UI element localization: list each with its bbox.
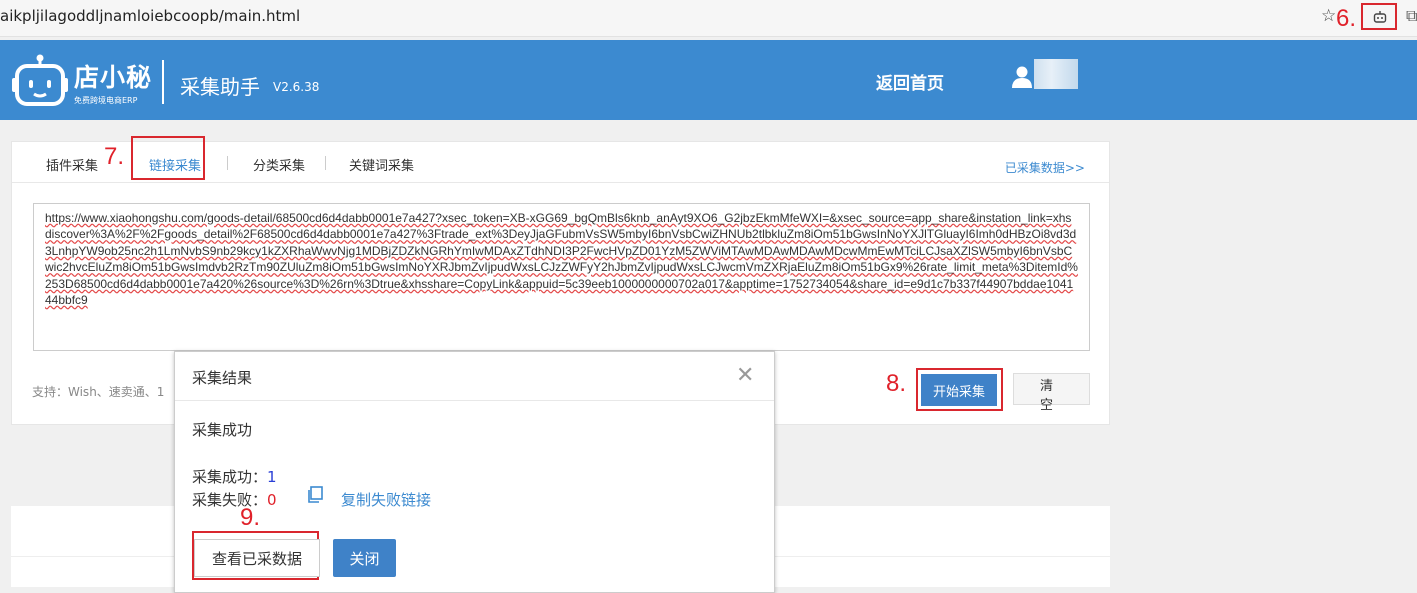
extension-robot-button[interactable] (1361, 3, 1397, 30)
copy-icon[interactable] (306, 486, 324, 504)
tab-divider (325, 156, 326, 170)
app-version: V2.6.38 (273, 80, 320, 94)
annotation-6: 6. (1336, 5, 1357, 32)
tab-divider (227, 156, 228, 170)
tab-category-collect[interactable]: 分类采集 (253, 155, 305, 174)
close-button[interactable]: 关闭 (333, 539, 396, 577)
result-message: 采集成功 (192, 421, 253, 439)
success-count: 1 (267, 468, 277, 486)
dialog-header: 采集结果 ✕ (175, 352, 774, 401)
username-blurred (1034, 59, 1078, 89)
result-dialog: 采集结果 ✕ 采集成功 采集成功：1 采集失败：0 复制失败链接 9. 查看已采… (174, 351, 775, 593)
view-collected-button[interactable]: 查看已采数据 (194, 539, 320, 577)
support-text: 支持：Wish、速卖通、1 (32, 385, 165, 399)
address-bar-url[interactable]: aikpljilagoddljnamloiebcoopb/main.html (0, 7, 300, 25)
brand-subtitle: 免费跨境电商ERP (74, 96, 138, 105)
annotation-9: 9. (240, 504, 261, 531)
tab-bar: 插件采集 7. 链接采集 分类采集 关键词采集 已采集数据>> (12, 136, 1109, 183)
url-input[interactable]: https://www.xiaohongshu.com/goods-detail… (33, 203, 1090, 351)
app-title: 采集助手 (180, 75, 260, 99)
app-header: 店小秘 免费跨境电商ERP 采集助手 V2.6.38 返回首页 (0, 40, 1417, 120)
collected-data-link[interactable]: 已采集数据>> (1005, 159, 1085, 176)
brand-name: 店小秘 (74, 63, 153, 92)
annotation-8: 8. (886, 370, 907, 397)
dialog-title: 采集结果 (192, 369, 253, 387)
extensions-puzzle-icon[interactable]: ⧉ (1406, 6, 1417, 26)
close-icon[interactable]: ✕ (736, 363, 754, 388)
clear-button[interactable]: 清空 (1013, 373, 1090, 412)
tab-highlight-box (131, 136, 205, 180)
tab-keyword-collect[interactable]: 关键词采集 (349, 155, 414, 174)
success-label: 采集成功： (192, 468, 268, 486)
start-collect-button[interactable]: 开始采集 (921, 374, 997, 406)
copy-failed-links[interactable]: 复制失败链接 (341, 489, 431, 510)
success-row: 采集成功：1 (192, 466, 277, 487)
annotation-7: 7. (104, 143, 125, 170)
tab-plugin-collect[interactable]: 插件采集 (46, 155, 98, 174)
logo-divider (162, 60, 164, 104)
fail-count: 0 (267, 491, 277, 509)
robot-logo-icon (12, 54, 68, 106)
robot-icon (1373, 11, 1387, 23)
user-icon[interactable] (1012, 66, 1032, 88)
fail-row: 采集失败：0 (192, 489, 277, 510)
home-link[interactable]: 返回首页 (876, 69, 944, 94)
bookmark-star-icon[interactable]: ☆ (1321, 6, 1336, 26)
browser-toolbar: aikpljilagoddljnamloiebcoopb/main.html ☆… (0, 0, 1417, 37)
